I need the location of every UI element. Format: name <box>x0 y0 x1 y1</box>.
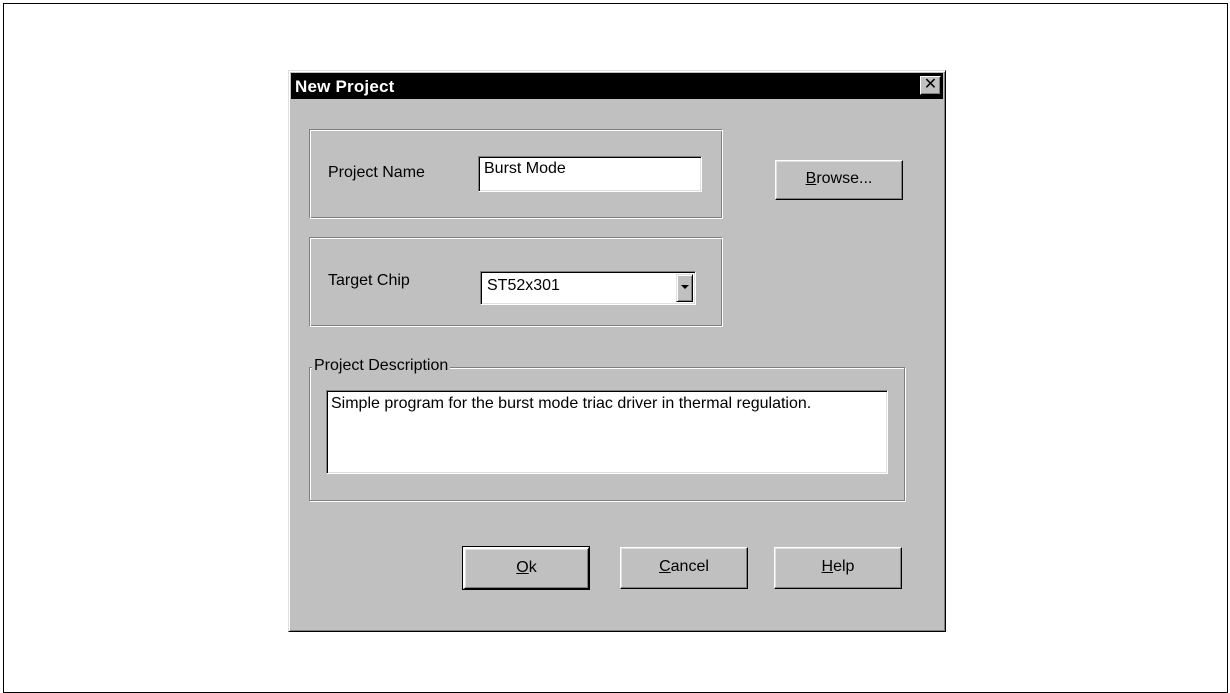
browse-mnemonic: B <box>805 170 817 187</box>
help-button[interactable]: Help <box>774 547 902 589</box>
target-chip-select[interactable]: ST52x301 <box>480 271 696 305</box>
ok-mnemonic: O <box>516 559 529 576</box>
project-name-input[interactable]: Burst Mode <box>478 156 702 192</box>
browse-label-rest: rowse... <box>816 170 873 187</box>
cancel-button[interactable]: Cancel <box>620 547 748 589</box>
help-mnemonic: H <box>821 558 834 575</box>
dialog-titlebar[interactable]: New Project ✕ <box>291 73 943 99</box>
project-description-textarea[interactable]: Simple program for the burst mode triac … <box>326 390 888 474</box>
close-icon[interactable]: ✕ <box>920 76 941 95</box>
project-name-group: Project Name Burst Mode <box>309 129 723 219</box>
project-description-legend: Project Description <box>312 357 451 375</box>
target-chip-value: ST52x301 <box>487 277 560 294</box>
project-name-label: Project Name <box>328 164 425 181</box>
cancel-label-rest: ancel <box>670 558 709 575</box>
chevron-down-icon[interactable] <box>676 274 693 302</box>
project-description-group: Project Description Simple program for t… <box>309 357 905 501</box>
dialog-title: New Project <box>295 77 395 96</box>
ok-button[interactable]: Ok <box>462 546 590 590</box>
help-label-rest: elp <box>833 558 855 575</box>
new-project-dialog: New Project ✕ Project Name Burst Mode Br… <box>288 70 946 632</box>
ok-label-rest: k <box>528 559 537 576</box>
browse-button[interactable]: Browse... <box>775 160 903 200</box>
cancel-mnemonic: C <box>659 558 671 575</box>
target-chip-label: Target Chip <box>328 272 410 289</box>
target-chip-group: Target Chip ST52x301 <box>309 237 723 327</box>
